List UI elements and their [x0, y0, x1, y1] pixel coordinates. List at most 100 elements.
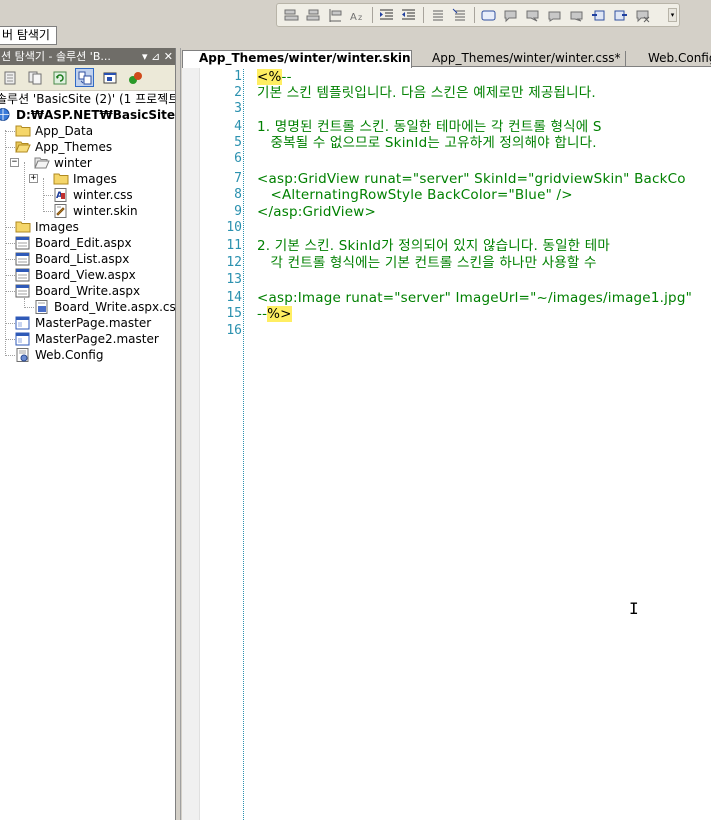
clear-bookmarks-icon[interactable] [634, 7, 651, 24]
tree-item-label: winter [54, 156, 92, 170]
prev-bookmark-folder-icon[interactable] [546, 7, 563, 24]
skin-file-icon [53, 204, 68, 218]
nest-related-files-icon[interactable] [75, 68, 94, 87]
expand-icon[interactable]: + [29, 174, 38, 183]
panel-window-controls[interactable]: ▾ ⊿ ✕ [138, 48, 173, 65]
align-centers-icon[interactable] [305, 7, 322, 24]
tree-item-label: 솔루션 'BasicSite (2)' (1 프로젝트) [0, 92, 176, 106]
tree-item-board-view[interactable]: Board_View.aspx [0, 267, 175, 283]
code-line-1: <%-- [257, 69, 292, 85]
code-line-2: 기본 스킨 템플릿입니다. 다음 스킨은 예제로만 제공됩니다. [257, 85, 596, 101]
tree-item-solution[interactable]: 솔루션 'BasicSite (2)' (1 프로젝트) [0, 91, 175, 107]
outline-margin [243, 67, 244, 820]
tree-connector [43, 195, 53, 196]
tree-connector [24, 307, 34, 308]
tree-item-images-sub[interactable]: + Images [0, 171, 175, 187]
font-size-icon[interactable]: Az [349, 7, 366, 24]
align-rights-icon[interactable] [327, 7, 344, 24]
tree-item-masterpage2[interactable]: MasterPage2.master [0, 331, 175, 347]
next-bookmark-folder-icon[interactable] [568, 7, 585, 24]
show-all-files-icon[interactable] [25, 68, 44, 87]
tab-winter-css[interactable]: App_Themes/winter/winter.css* [414, 51, 626, 67]
solution-explorer-panel: 션 탐색기 - 솔루션 'B... ▾ ⊿ ✕ 솔루션 'BasicSite (… [0, 48, 176, 820]
tree-item-board-list[interactable]: Board_List.aspx [0, 251, 175, 267]
tab-web-config[interactable]: Web.Config [630, 51, 711, 67]
code-line-14: <asp:Image runat="server" ImageUrl="~/im… [257, 290, 692, 306]
code-text: -- [281, 69, 292, 85]
line-number: 3 [234, 101, 242, 116]
uncomment-icon[interactable] [451, 7, 468, 24]
open-folder-icon [15, 140, 31, 153]
text-cursor-icon: I [629, 599, 639, 618]
tree-item-board-write-cs[interactable]: Board_Write.aspx.cs [0, 299, 175, 315]
tree-connector [5, 227, 15, 228]
aspx-file-icon [15, 268, 30, 282]
view-designer-icon[interactable] [100, 68, 119, 87]
tree-item-label: Board_Edit.aspx [35, 236, 132, 250]
tree-item-label: Web.Config [35, 348, 104, 362]
prev-bookmark-icon[interactable] [502, 7, 519, 24]
tree-item-label: Board_Write.aspx [35, 284, 141, 298]
bookmark-icon[interactable] [480, 7, 497, 24]
tree-connector [5, 291, 15, 292]
line-number: 16 [226, 323, 242, 338]
aspx-file-icon [15, 236, 30, 250]
tree-item-winter-css[interactable]: A winter.css [0, 187, 175, 203]
tree-item-webconfig[interactable]: Web.Config [0, 347, 175, 363]
refresh-icon[interactable] [50, 68, 69, 87]
top-toolbar-area: Az ▾ 버 탐색기 [0, 0, 711, 48]
code-area[interactable]: <%-- 기본 스킨 템플릿입니다. 다음 스킨은 예제로만 제공됩니다. 1.… [257, 67, 711, 820]
tree-item-app-themes[interactable]: App_Themes [0, 139, 175, 155]
tree-item-label: Board_Write.aspx.cs [54, 300, 176, 314]
tree-item-label: MasterPage.master [35, 316, 152, 330]
tree-item-winter[interactable]: − winter [0, 155, 175, 171]
next-bookmark-doc-icon[interactable] [612, 7, 629, 24]
toolbar-overflow-button[interactable]: ▾ [668, 8, 677, 22]
tree-item-label: App_Themes [35, 140, 113, 154]
solution-explorer-title-text: 션 탐색기 - 솔루션 'B... [1, 50, 111, 63]
tree-item-masterpage[interactable]: MasterPage.master [0, 315, 175, 331]
tree-item-label: Images [73, 172, 117, 186]
tree-item-board-edit[interactable]: Board_Edit.aspx [0, 235, 175, 251]
tree-item-label: Images [35, 220, 79, 234]
web-project-icon [0, 108, 11, 121]
folder-icon [53, 172, 69, 185]
tree-item-project[interactable]: D:₩ASP.NET₩BasicSite [0, 107, 175, 123]
tree-connector [5, 355, 15, 356]
tree-item-app-data[interactable]: App_Data [0, 123, 175, 139]
code-editor[interactable]: 1 2 3 4 5 6 7 8 9 10 11 12 13 14 15 16 <%-- 기본 스킨 템플릿입니… [182, 67, 711, 820]
indent-icon[interactable] [378, 7, 395, 24]
solution-explorer-toolbar [0, 65, 175, 91]
code-line-5: 중복될 수 없으므로 SkinId는 고유하게 정의해야 합니다. [257, 135, 597, 151]
line-number: 13 [226, 272, 242, 287]
line-number: 12 [226, 255, 242, 270]
line-number: 4 [234, 119, 242, 134]
class-diagram-icon[interactable] [125, 68, 144, 87]
comment-icon[interactable] [429, 7, 446, 24]
solution-explorer-title[interactable]: 션 탐색기 - 솔루션 'B... ▾ ⊿ ✕ [0, 48, 175, 65]
properties-icon[interactable] [0, 68, 19, 87]
tree-item-board-write[interactable]: Board_Write.aspx [0, 283, 175, 299]
server-explorer-tab[interactable]: 버 탐색기 [0, 26, 57, 45]
prev-bookmark-doc-icon[interactable] [590, 7, 607, 24]
tab-winter-skin[interactable]: App_Themes/winter/winter.skin [182, 50, 412, 68]
selection-margin[interactable] [182, 67, 200, 820]
tree-item-winter-skin[interactable]: winter.skin [0, 203, 175, 219]
config-file-icon [15, 348, 30, 362]
tree-item-images[interactable]: Images [0, 219, 175, 235]
tree-connector [43, 211, 53, 212]
tree-item-label: App_Data [35, 124, 94, 138]
tree-connector [5, 339, 15, 340]
align-lefts-icon[interactable] [283, 7, 300, 24]
collapse-icon[interactable]: − [10, 158, 19, 167]
tree-item-label: winter.css [73, 188, 133, 202]
line-number: 10 [226, 220, 242, 235]
tree-connector [5, 243, 15, 244]
panel-splitter[interactable] [176, 48, 181, 820]
outdent-icon[interactable] [400, 7, 417, 24]
document-tabs: App_Themes/winter/winter.skin App_Themes… [182, 48, 711, 68]
svg-text:z: z [358, 13, 362, 22]
master-page-icon [15, 332, 30, 346]
next-bookmark-icon[interactable] [524, 7, 541, 24]
line-number: 8 [234, 187, 242, 202]
